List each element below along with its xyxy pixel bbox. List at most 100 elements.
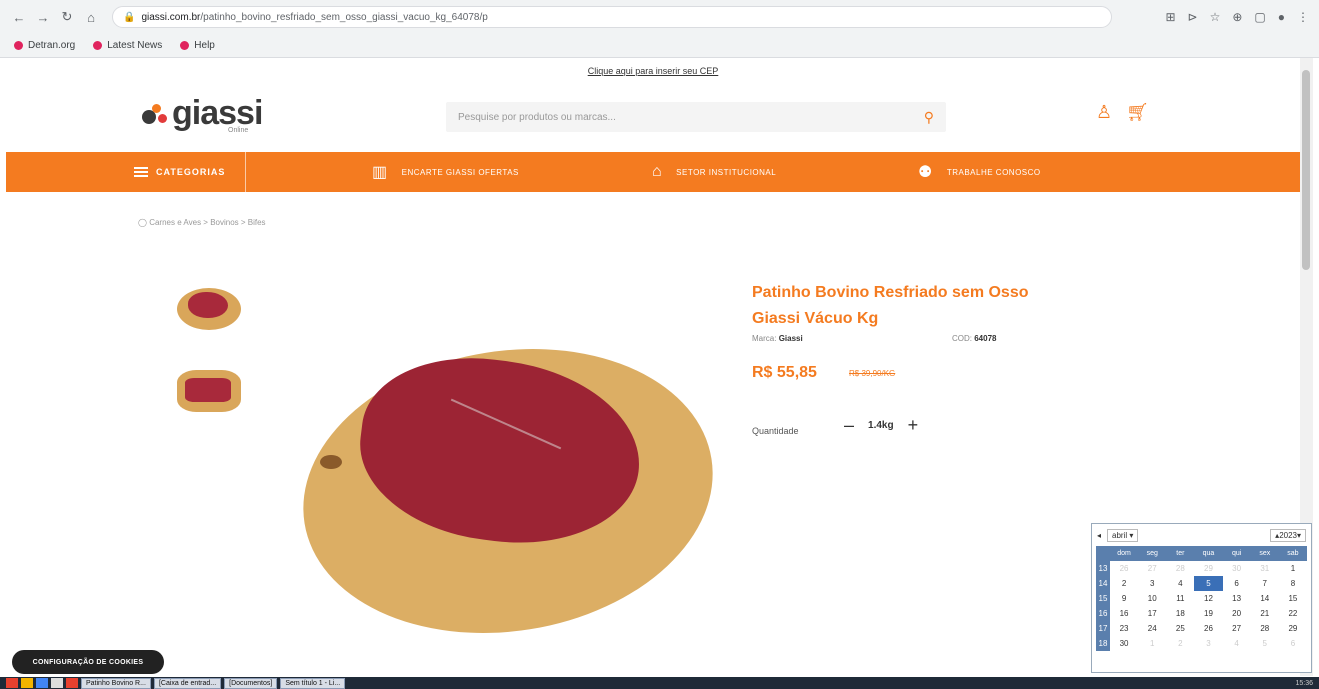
- calendar-day[interactable]: 8: [1279, 576, 1307, 591]
- terminal-icon[interactable]: [51, 678, 63, 688]
- nav-item-institucional[interactable]: ⌂ SETOR INSTITUCIONAL: [652, 152, 776, 192]
- extensions-icon[interactable]: ⊕: [1232, 10, 1242, 24]
- quantity-minus-button[interactable]: –: [844, 415, 854, 436]
- forward-arrow-icon[interactable]: →: [34, 8, 52, 26]
- bookmark-favicon-icon: [93, 41, 103, 50]
- calendar-day[interactable]: 3: [1138, 576, 1166, 591]
- calendar-day[interactable]: 30: [1110, 636, 1138, 651]
- start-menu-icon[interactable]: [6, 678, 18, 688]
- week-number: 17: [1096, 621, 1110, 636]
- calendar-day[interactable]: 4: [1166, 576, 1194, 591]
- taskbar-app[interactable]: [Caixa de entrad...: [153, 677, 222, 689]
- calendar-day[interactable]: 16: [1110, 606, 1138, 621]
- nav-item-encarte[interactable]: ▥ ENCARTE GIASSI OFERTAS: [372, 152, 519, 192]
- day-header: sab: [1278, 546, 1307, 561]
- breadcrumb-home-icon[interactable]: ◯: [138, 218, 147, 227]
- search-placeholder: Pesquise por produtos ou marcas...: [458, 111, 616, 123]
- calendar-day[interactable]: 28: [1166, 561, 1194, 576]
- address-bar[interactable]: 🔒 giassi.com.br /patinho_bovino_resfriad…: [112, 6, 1112, 28]
- calendar-day[interactable]: 31: [1251, 561, 1279, 576]
- product-thumbnail-1[interactable]: [176, 284, 242, 334]
- calendar-day[interactable]: 15: [1279, 591, 1307, 606]
- logo-mark-icon: [140, 100, 172, 130]
- logo-text: giassi: [172, 94, 263, 132]
- taskbar-app[interactable]: Patinho Bovino R...: [81, 677, 151, 689]
- calendar-day[interactable]: 22: [1279, 606, 1307, 621]
- nav-item-trabalhe[interactable]: ⚉ TRABALHE CONOSCO: [918, 152, 1041, 192]
- calendar-day[interactable]: 5: [1251, 636, 1279, 651]
- product-sku: COD: 64078: [952, 334, 997, 343]
- calendar-day[interactable]: 21: [1251, 606, 1279, 621]
- calendar-day[interactable]: 7: [1251, 576, 1279, 591]
- calendar-day[interactable]: 14: [1251, 591, 1279, 606]
- giassi-logo[interactable]: giassi Online: [140, 94, 263, 134]
- profile-icon[interactable]: ●: [1278, 10, 1285, 24]
- bookmark-item[interactable]: Help: [180, 40, 215, 51]
- back-arrow-icon[interactable]: ←: [10, 8, 28, 26]
- taskbar-clock: 15:36: [1295, 679, 1313, 687]
- reload-icon[interactable]: ↻: [58, 8, 76, 26]
- taskbar-app[interactable]: [Documentos]: [224, 677, 278, 689]
- cart-icon[interactable]: 🛒︎: [1126, 102, 1149, 123]
- bookmark-item[interactable]: Latest News: [93, 40, 162, 51]
- calendar-day[interactable]: 29: [1194, 561, 1222, 576]
- calendar-day[interactable]: 24: [1138, 621, 1166, 636]
- calendar-day[interactable]: 1: [1138, 636, 1166, 651]
- calendar-day[interactable]: 30: [1223, 561, 1251, 576]
- calendar-day[interactable]: 28: [1251, 621, 1279, 636]
- calendar-day[interactable]: 13: [1223, 591, 1251, 606]
- calendar-day[interactable]: 11: [1166, 591, 1194, 606]
- calendar-day[interactable]: 12: [1194, 591, 1222, 606]
- calendar-day[interactable]: 20: [1223, 606, 1251, 621]
- files-icon[interactable]: [21, 678, 33, 688]
- month-select[interactable]: abril ▾: [1107, 528, 1139, 542]
- calendar-day[interactable]: 9: [1110, 591, 1138, 606]
- calendar-day[interactable]: 2: [1110, 576, 1138, 591]
- year-select[interactable]: ▴2023▾: [1270, 528, 1306, 542]
- quantity-value: 1.4kg: [868, 420, 894, 431]
- calendar-day[interactable]: 29: [1279, 621, 1307, 636]
- bookmark-item[interactable]: Detran.org: [14, 40, 75, 51]
- calendar-day[interactable]: 19: [1194, 606, 1222, 621]
- search-input[interactable]: Pesquise por produtos ou marcas... ⚲: [446, 102, 946, 132]
- app-launcher-icon[interactable]: [66, 678, 78, 688]
- url-domain: giassi.com.br: [141, 11, 201, 23]
- taskbar-app[interactable]: Sem título 1 - Li...: [280, 677, 346, 689]
- prev-month-icon[interactable]: ◂: [1097, 531, 1101, 540]
- calendar-day[interactable]: 26: [1110, 561, 1138, 576]
- calendar-grid: dom seg ter qua qui sex sab 13 26 27 28 29 30…: [1096, 546, 1307, 651]
- calendar-day[interactable]: 25: [1166, 621, 1194, 636]
- calendar-day[interactable]: 5: [1194, 576, 1223, 591]
- user-icon[interactable]: ♙: [1096, 102, 1112, 123]
- share-icon[interactable]: ⊳: [1188, 10, 1198, 24]
- cep-promo-link[interactable]: Clique aqui para inserir seu CEP: [6, 66, 1300, 76]
- categories-menu-button[interactable]: CATEGORIAS: [134, 152, 247, 192]
- star-icon[interactable]: ☆: [1210, 10, 1221, 24]
- cookie-settings-button[interactable]: CONFIGURAÇÃO DE COOKIES: [12, 650, 164, 674]
- product-thumbnail-2[interactable]: [176, 366, 242, 416]
- calendar-day[interactable]: 1: [1279, 561, 1307, 576]
- calendar-day[interactable]: 10: [1138, 591, 1166, 606]
- page-scrollbar-thumb[interactable]: [1302, 70, 1310, 270]
- calendar-day[interactable]: 26: [1194, 621, 1222, 636]
- quantity-label: Quantidade: [752, 426, 799, 436]
- calendar-day[interactable]: 27: [1223, 621, 1251, 636]
- home-button-icon[interactable]: ⌂: [82, 8, 100, 26]
- week-number: 15: [1096, 591, 1110, 606]
- calendar-day[interactable]: 17: [1138, 606, 1166, 621]
- calendar-day[interactable]: 6: [1279, 636, 1307, 651]
- calendar-day[interactable]: 6: [1223, 576, 1251, 591]
- calendar-day[interactable]: 4: [1223, 636, 1251, 651]
- translate-icon[interactable]: ⊞: [1165, 10, 1175, 24]
- hamburger-icon: [134, 167, 148, 177]
- calendar-day[interactable]: 3: [1194, 636, 1222, 651]
- calendar-day[interactable]: 18: [1166, 606, 1194, 621]
- search-icon[interactable]: ⚲: [924, 109, 934, 126]
- calendar-day[interactable]: 23: [1110, 621, 1138, 636]
- tab-search-icon[interactable]: ▢: [1254, 10, 1265, 24]
- quantity-plus-button[interactable]: +: [908, 415, 919, 436]
- calendar-day[interactable]: 27: [1138, 561, 1166, 576]
- browser-launcher-icon[interactable]: [36, 678, 48, 688]
- calendar-day[interactable]: 2: [1166, 636, 1194, 651]
- menu-kebab-icon[interactable]: ⋮: [1297, 10, 1309, 24]
